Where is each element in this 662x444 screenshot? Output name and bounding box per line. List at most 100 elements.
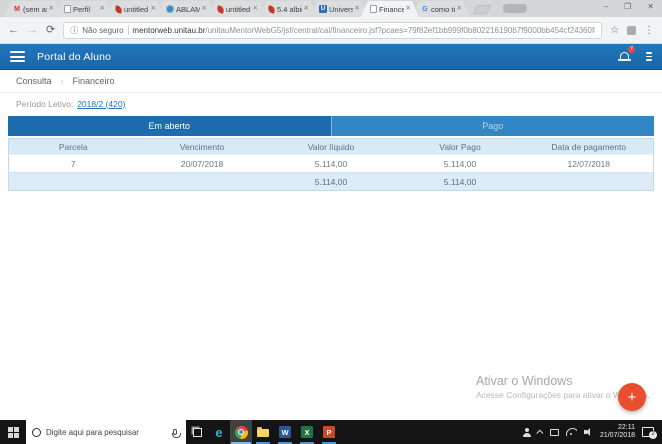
hamburger-menu-icon[interactable] xyxy=(10,51,25,62)
microphone-icon[interactable] xyxy=(171,429,181,438)
browser-tab-ablam[interactable]: ABLAM – A ✕ xyxy=(157,1,215,17)
portal-menu-icon[interactable] xyxy=(646,51,652,62)
info-icon[interactable]: ⓘ xyxy=(70,25,78,36)
taskbar-clock[interactable]: 22:11 21/07/2018 xyxy=(600,424,635,441)
excel-button[interactable]: X xyxy=(296,420,318,444)
powerpoint-button[interactable]: P xyxy=(318,420,340,444)
wifi-icon[interactable] xyxy=(565,428,577,436)
table-total-row: 5.114,00 5.114,00 xyxy=(8,172,654,191)
browser-toolbar: ← → ⟳ ⓘ Não seguro mentorweb.unitau.br/u… xyxy=(0,17,662,44)
chevron-up-icon[interactable] xyxy=(536,429,544,437)
notifications-button[interactable]: 7 xyxy=(618,46,635,63)
tab-close-icon[interactable]: ✕ xyxy=(202,6,207,13)
task-view-icon xyxy=(192,427,202,437)
col-parcela: Parcela xyxy=(8,138,138,155)
windows-taskbar: Digite aqui para pesquisar e W X P 22:11… xyxy=(0,420,662,444)
page-icon xyxy=(64,5,71,13)
window-controls: – ❐ ✕ xyxy=(604,0,658,14)
action-center-icon[interactable]: 2 xyxy=(642,427,657,439)
file-explorer-button[interactable] xyxy=(252,420,274,444)
forward-icon[interactable]: → xyxy=(27,24,38,36)
clock-time: 22:11 xyxy=(618,423,635,431)
refresh-icon[interactable]: ⟳ xyxy=(46,24,55,36)
period-label: Período Letivo: xyxy=(16,98,74,109)
tab-close-icon[interactable]: ✕ xyxy=(151,6,156,13)
table-header-row: Parcela Vencimento Valor líquido Valor P… xyxy=(8,138,654,155)
page-icon xyxy=(370,5,377,13)
display-icon[interactable] xyxy=(549,428,559,436)
total-parcela xyxy=(8,172,138,191)
tab-label: untitled xyxy=(124,4,149,14)
tab-close-icon[interactable]: ✕ xyxy=(355,6,360,13)
url-host: mentorweb.unitau.br xyxy=(132,25,206,35)
restore-icon[interactable]: ❐ xyxy=(624,3,631,11)
breadcrumb-consulta[interactable]: Consulta xyxy=(16,76,52,86)
tab-close-icon[interactable]: ✕ xyxy=(253,6,258,13)
tab-close-icon[interactable]: ✕ xyxy=(457,6,462,13)
url-separator xyxy=(127,25,129,35)
notification-badge: 7 xyxy=(628,45,635,53)
extension-icon[interactable] xyxy=(627,25,636,35)
chrome-button[interactable] xyxy=(230,420,252,444)
tab-close-icon[interactable]: ✕ xyxy=(406,6,411,13)
chrome-icon xyxy=(234,425,248,439)
browser-tab-untitled-2[interactable]: untitled ✕ xyxy=(208,1,266,17)
task-view-button[interactable] xyxy=(186,420,208,444)
tab-pago[interactable]: Pago xyxy=(330,116,654,136)
quill-icon xyxy=(216,5,225,14)
browser-tab-financeiro-active[interactable]: Financeiro ✕ xyxy=(361,1,419,17)
close-icon[interactable]: ✕ xyxy=(647,3,654,11)
tab-label: como tirar xyxy=(431,4,455,14)
period-link[interactable]: 2018/2 (420) xyxy=(77,99,125,109)
tab-close-icon[interactable]: ✕ xyxy=(304,6,309,13)
cell-parcela: 7 xyxy=(8,154,138,173)
add-fab-button[interactable]: + xyxy=(618,383,646,411)
breadcrumb: Consulta › Financeiro xyxy=(0,70,662,93)
browser-tab-perfil[interactable]: Perfil ✕ xyxy=(55,1,113,17)
taskbar-search-input[interactable]: Digite aqui para pesquisar xyxy=(26,420,186,444)
clock-date: 21/07/2018 xyxy=(599,432,635,439)
total-data-pagamento xyxy=(524,172,654,191)
quill-icon xyxy=(114,5,123,14)
url-bar[interactable]: ⓘ Não seguro mentorweb.unitau.br/unitauM… xyxy=(63,21,603,39)
people-icon[interactable] xyxy=(522,427,531,437)
cell-data-pagamento: 12/07/2018 xyxy=(524,154,654,173)
tab-close-icon[interactable]: ✕ xyxy=(100,6,105,13)
financial-table: Parcela Vencimento Valor líquido Valor P… xyxy=(8,138,654,191)
cortana-icon xyxy=(32,427,41,437)
bookmark-star-icon[interactable]: ☆ xyxy=(610,25,619,36)
browser-tab-google-search[interactable]: G como tirar ✕ xyxy=(412,1,470,17)
browser-tab-untitled-1[interactable]: untitled ✕ xyxy=(106,1,164,17)
google-icon: G xyxy=(422,5,428,13)
profile-chip[interactable] xyxy=(503,4,527,13)
quill-icon xyxy=(267,5,276,14)
edge-icon: e xyxy=(215,424,223,440)
tab-em-aberto[interactable]: Em aberto xyxy=(8,116,331,136)
browser-tab-universidade[interactable]: U Universida ✕ xyxy=(310,1,368,17)
system-tray: 22:11 21/07/2018 2 xyxy=(522,420,662,444)
browser-tab-gmail[interactable]: M (sem assunt ✕ xyxy=(4,1,62,17)
page-title: Portal do Aluno xyxy=(37,50,112,63)
search-placeholder: Digite aqui para pesquisar xyxy=(46,427,139,437)
browser-tab-albina[interactable]: 5.4 albina.p ✕ xyxy=(259,1,317,17)
chevron-right-icon: › xyxy=(60,76,64,86)
security-label: Não seguro xyxy=(82,25,124,35)
start-button[interactable] xyxy=(0,420,26,444)
minimize-icon[interactable]: – xyxy=(604,3,608,11)
folder-icon xyxy=(257,427,269,437)
back-icon[interactable]: ← xyxy=(8,24,19,36)
total-valor-pago: 5.114,00 xyxy=(395,172,525,191)
word-button[interactable]: W xyxy=(274,420,296,444)
edge-button[interactable]: e xyxy=(208,420,230,444)
tab-label: Universida xyxy=(329,4,351,14)
portal-header: Portal do Aluno 7 xyxy=(0,44,662,70)
portal-content: Consulta › Financeiro Período Letivo: 20… xyxy=(0,70,662,420)
breadcrumb-financeiro: Financeiro xyxy=(72,76,115,86)
tab-close-icon[interactable]: ✕ xyxy=(49,6,54,13)
action-center-badge: 2 xyxy=(649,431,657,439)
excel-icon: X xyxy=(301,426,313,438)
volume-icon[interactable] xyxy=(583,428,593,436)
new-tab-button[interactable] xyxy=(472,5,492,14)
chrome-menu-icon[interactable]: ⋮ xyxy=(644,25,654,36)
status-tabs: Em aberto Pago xyxy=(8,116,654,136)
